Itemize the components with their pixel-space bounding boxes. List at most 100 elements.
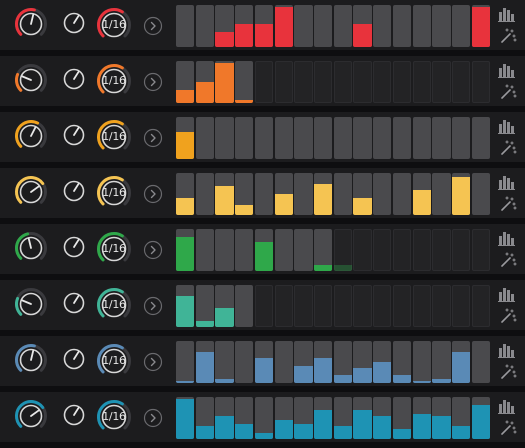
lane-1-step-14[interactable] [432,5,451,47]
lane-1-step-9[interactable] [333,5,352,47]
lane-7-step-5[interactable] [254,341,274,383]
lane-4-step-15[interactable] [452,173,471,215]
lane-2-expand-chevron-icon[interactable] [143,72,163,92]
lane-2-step-16[interactable] [471,61,490,103]
lane-8-step-6[interactable] [274,397,293,439]
lane-6-step-16[interactable] [471,285,490,327]
lane-6-magic-wand-icon[interactable] [496,308,518,324]
lane-7-step-8[interactable] [314,341,333,383]
lane-8-mod-knob[interactable] [62,403,86,427]
lane-1-step-12[interactable] [392,5,412,47]
lane-5-step-12[interactable] [392,229,412,271]
lane-8-step-13[interactable] [412,397,431,439]
lane-6-step-11[interactable] [373,285,392,327]
lane-5-step-13[interactable] [412,229,431,271]
lane-4-step-5[interactable] [254,173,274,215]
lane-5-step-1[interactable] [176,229,195,271]
lane-2-step-15[interactable] [452,61,471,103]
lane-1-step-7[interactable] [294,5,313,47]
lane-1-step-13[interactable] [412,5,431,47]
lane-7-step-10[interactable] [353,341,372,383]
lane-2-step-12[interactable] [392,61,412,103]
lane-7-step-13[interactable] [412,341,431,383]
lane-8-step-15[interactable] [452,397,471,439]
lane-4-amount-knob[interactable] [14,175,48,209]
lane-3-step-14[interactable] [432,117,451,159]
lane-5-step-14[interactable] [432,229,451,271]
lane-7-step-9[interactable] [333,341,352,383]
lane-4-step-4[interactable] [235,173,254,215]
lane-2-step-5[interactable] [254,61,274,103]
lane-3-magic-wand-icon[interactable] [496,140,518,156]
lane-8-step-14[interactable] [432,397,451,439]
lane-1-step-11[interactable] [373,5,392,47]
lane-8-step-1[interactable] [176,397,195,439]
lane-2-step-1[interactable] [176,61,195,103]
lane-4-step-8[interactable] [314,173,333,215]
lane-3-step-2[interactable] [195,117,214,159]
lane-4-step-2[interactable] [195,173,214,215]
lane-5-step-5[interactable] [254,229,274,271]
lane-1-step-16[interactable] [471,5,490,47]
lane-3-step-4[interactable] [235,117,254,159]
lane-3-expand-chevron-icon[interactable] [143,128,163,148]
lane-1-step-5[interactable] [254,5,274,47]
lane-3-step-11[interactable] [373,117,392,159]
lane-6-amount-knob[interactable] [14,287,48,321]
lane-2-amount-knob[interactable] [14,63,48,97]
lane-7-step-12[interactable] [392,341,412,383]
lane-1-velocity-bars-icon[interactable] [496,6,518,22]
lane-7-step-3[interactable] [215,341,234,383]
lane-5-mod-knob[interactable] [62,235,86,259]
lane-1-step-3[interactable] [215,5,234,47]
lane-2-step-4[interactable] [235,61,254,103]
lane-4-mod-knob[interactable] [62,179,86,203]
lane-1-step-2[interactable] [195,5,214,47]
lane-3-step-13[interactable] [412,117,431,159]
lane-4-step-1[interactable] [176,173,195,215]
lane-1-step-6[interactable] [274,5,293,47]
lane-7-step-14[interactable] [432,341,451,383]
lane-1-step-10[interactable] [353,5,372,47]
lane-8-step-5[interactable] [254,397,274,439]
lane-5-step-6[interactable] [274,229,293,271]
lane-2-magic-wand-icon[interactable] [496,84,518,100]
lane-5-magic-wand-icon[interactable] [496,252,518,268]
lane-8-step-11[interactable] [373,397,392,439]
lane-8-step-8[interactable] [314,397,333,439]
lane-8-expand-chevron-icon[interactable] [143,408,163,428]
lane-5-step-15[interactable] [452,229,471,271]
lane-5-amount-knob[interactable] [14,231,48,265]
lane-7-step-2[interactable] [195,341,214,383]
lane-3-amount-knob[interactable] [14,119,48,153]
lane-3-step-5[interactable] [254,117,274,159]
lane-1-expand-chevron-icon[interactable] [143,16,163,36]
lane-3-step-10[interactable] [353,117,372,159]
lane-7-step-6[interactable] [274,341,293,383]
lane-6-step-2[interactable] [195,285,214,327]
lane-5-step-8[interactable] [314,229,333,271]
lane-6-step-1[interactable] [176,285,195,327]
lane-3-step-16[interactable] [471,117,490,159]
lane-6-step-12[interactable] [392,285,412,327]
lane-3-step-6[interactable] [274,117,293,159]
lane-2-step-13[interactable] [412,61,431,103]
lane-6-step-13[interactable] [412,285,431,327]
lane-3-step-9[interactable] [333,117,352,159]
lane-7-magic-wand-icon[interactable] [496,364,518,380]
lane-6-step-15[interactable] [452,285,471,327]
lane-1-step-8[interactable] [314,5,333,47]
lane-3-step-7[interactable] [294,117,313,159]
lane-8-step-12[interactable] [392,397,412,439]
lane-6-step-10[interactable] [353,285,372,327]
lane-4-step-9[interactable] [333,173,352,215]
lane-8-step-10[interactable] [353,397,372,439]
lane-5-step-11[interactable] [373,229,392,271]
lane-4-step-16[interactable] [471,173,490,215]
lane-5-step-4[interactable] [235,229,254,271]
lane-2-step-14[interactable] [432,61,451,103]
lane-8-step-9[interactable] [333,397,352,439]
lane-6-step-6[interactable] [274,285,293,327]
lane-2-step-2[interactable] [195,61,214,103]
lane-6-velocity-bars-icon[interactable] [496,286,518,302]
